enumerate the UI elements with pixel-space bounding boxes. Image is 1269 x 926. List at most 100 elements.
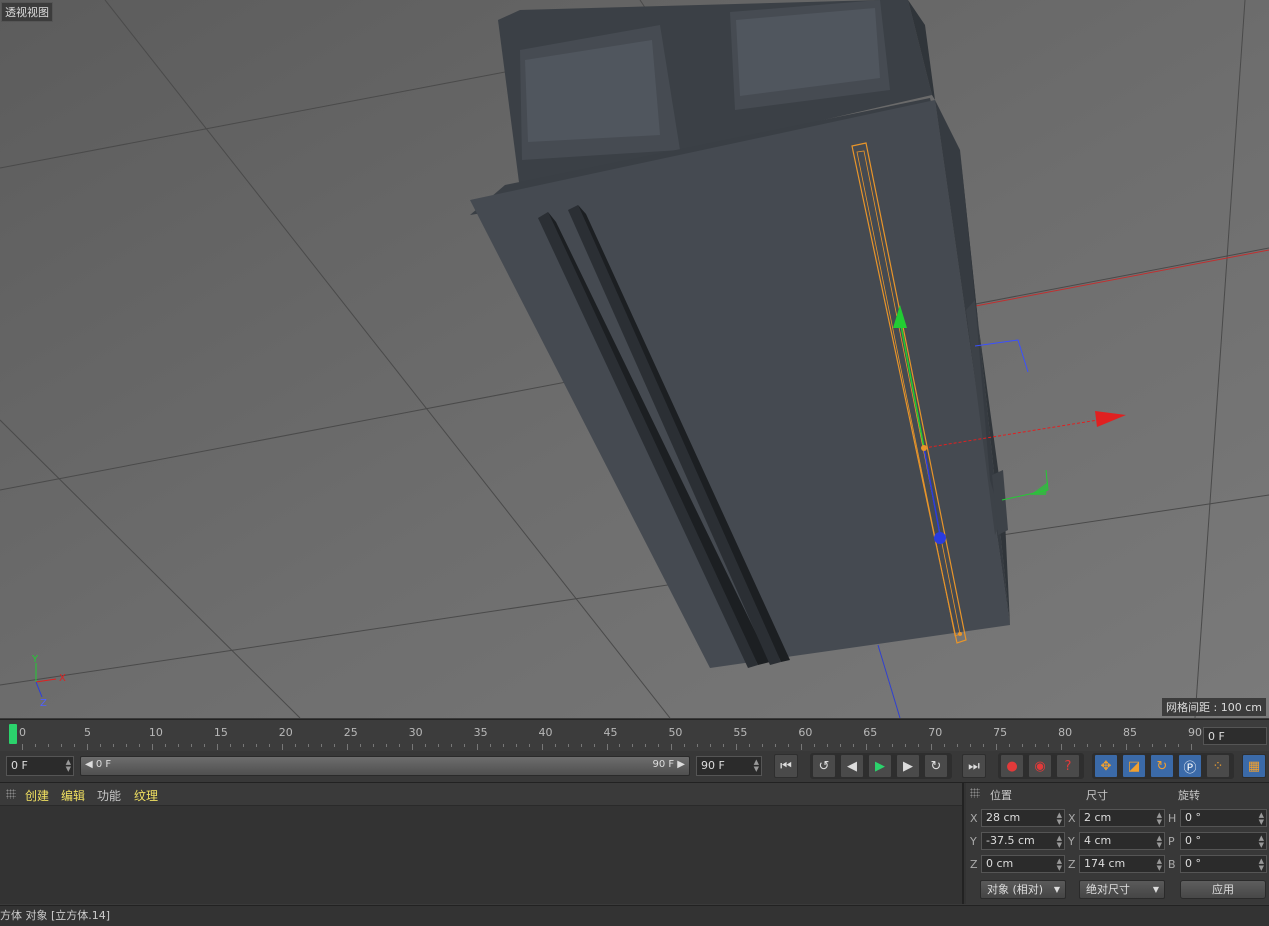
menu-texture[interactable]: 纹理 bbox=[134, 787, 158, 804]
parameter-key-button[interactable]: Ⓟ bbox=[1178, 754, 1202, 778]
ruler-minor-tick bbox=[541, 744, 543, 750]
ruler-minor-tick bbox=[333, 744, 335, 747]
chevron-down-icon: ▼ bbox=[1152, 885, 1159, 894]
move-icon: ✥ bbox=[1100, 758, 1112, 774]
ruler-minor-tick bbox=[515, 744, 517, 747]
ruler-minor-tick bbox=[1191, 744, 1192, 750]
rotation-p-field[interactable]: 0 ° ▲ ▼ bbox=[1180, 832, 1267, 850]
film-icon: ▦ bbox=[1247, 758, 1261, 774]
rotation-b-field[interactable]: 0 ° ▲ ▼ bbox=[1180, 855, 1267, 873]
ruler-tick-label: 35 bbox=[473, 726, 488, 739]
question-icon: ? bbox=[1064, 758, 1072, 774]
ruler-tick-label: 65 bbox=[863, 726, 878, 739]
rotation-h-field[interactable]: 0 ° ▲ ▼ bbox=[1180, 809, 1267, 827]
gizmo-origin[interactable] bbox=[921, 445, 927, 451]
autokey-button[interactable]: ◉ bbox=[1028, 754, 1052, 778]
keyframe-selection-button[interactable]: ? bbox=[1056, 754, 1080, 778]
coordinate-mode-dropdown[interactable]: 对象 (相对) ▼ bbox=[980, 880, 1066, 899]
next-key-button[interactable]: ↻ bbox=[924, 754, 948, 778]
ruler-tick-label: 5 bbox=[83, 726, 91, 739]
previous-frame-button[interactable]: ◀ bbox=[840, 754, 864, 778]
frame-ruler[interactable]: 0 5 10 15 20 25 30 35 40 45 50 55 60 65 70 75 80 85 90 bbox=[8, 722, 1202, 750]
ruler-minor-tick bbox=[983, 744, 985, 747]
viewport-canvas[interactable]: Y X Z bbox=[0, 0, 1269, 718]
ruler-minor-tick bbox=[294, 744, 296, 747]
current-frame-field[interactable]: 0 F bbox=[1203, 727, 1267, 745]
playhead[interactable] bbox=[9, 724, 17, 744]
ruler-tick-label: 90 bbox=[1188, 726, 1202, 739]
ruler-minor-tick bbox=[138, 744, 140, 747]
position-y-value: -37.5 cm bbox=[986, 834, 1035, 847]
playback-controls: 0 F ▲ ▼ ◀ 0 F 90 F ▶ 90 F ▲ ▼ ⏮ ↺ ◀ ▶ ▶ ↻ ⏭ … bbox=[0, 751, 1269, 783]
ruler-minor-tick bbox=[788, 744, 790, 747]
position-y-field[interactable]: -37.5 cm ▲ ▼ bbox=[981, 832, 1065, 850]
end-frame-value: 90 F bbox=[701, 759, 725, 772]
grip-icon[interactable] bbox=[970, 788, 980, 798]
position-x-field[interactable]: 28 cm ▲ ▼ bbox=[981, 809, 1065, 827]
ruler-minor-tick bbox=[502, 744, 504, 747]
position-z-field[interactable]: 0 cm ▲ ▼ bbox=[981, 855, 1065, 873]
coordinate-manager: 位置 尺寸 旋转 X 28 cm ▲ ▼ X 2 cm ▲ ▼ H 0 ° ▲ ▼ Y -3… bbox=[966, 783, 1269, 904]
material-manager[interactable]: 创建 编辑 功能 纹理 bbox=[0, 783, 964, 904]
grip-icon[interactable] bbox=[6, 789, 16, 799]
apply-button[interactable]: 应用 bbox=[1180, 880, 1266, 899]
ruler-minor-tick bbox=[749, 744, 751, 747]
go-to-end-button[interactable]: ⏭ bbox=[962, 754, 986, 778]
ruler-minor-tick bbox=[632, 744, 634, 747]
play-icon: ▶ bbox=[875, 758, 885, 774]
skip-start-icon: ⏮ bbox=[780, 758, 792, 774]
rotation-key-button[interactable]: ↻ bbox=[1150, 754, 1174, 778]
ruler-minor-tick bbox=[879, 744, 881, 747]
ruler-minor-tick bbox=[73, 744, 75, 747]
timeline-window-button[interactable]: ▦ bbox=[1242, 754, 1266, 778]
ruler-minor-tick bbox=[242, 744, 244, 747]
ruler-minor-tick bbox=[801, 744, 803, 750]
next-frame-button[interactable]: ▶ bbox=[896, 754, 920, 778]
position-key-button[interactable]: ✥ bbox=[1094, 754, 1118, 778]
record-key-button[interactable]: ● bbox=[1000, 754, 1024, 778]
go-to-start-button[interactable]: ⏮ bbox=[774, 754, 798, 778]
previous-key-button[interactable]: ↺ bbox=[812, 754, 836, 778]
svg-text:X: X bbox=[59, 673, 66, 684]
timeline-ruler[interactable]: 0 5 10 15 20 25 30 35 40 45 50 55 60 65 70 75 80 85 90 bbox=[0, 719, 1269, 752]
ruler-minor-tick bbox=[47, 744, 49, 747]
start-frame-field[interactable]: 0 F ▲ ▼ bbox=[6, 756, 74, 776]
size-z-field[interactable]: 174 cm ▲ ▼ bbox=[1079, 855, 1165, 873]
size-y-field[interactable]: 4 cm ▲ ▼ bbox=[1079, 832, 1165, 850]
ruler-minor-tick bbox=[424, 744, 426, 747]
ruler-minor-tick bbox=[671, 744, 673, 750]
previous-key-icon: ↺ bbox=[818, 758, 830, 774]
ruler-minor-tick bbox=[905, 744, 907, 747]
pos-z-label: Z bbox=[970, 858, 978, 871]
svg-text:Y: Y bbox=[31, 654, 39, 665]
end-frame-field[interactable]: 90 F ▲ ▼ bbox=[696, 756, 762, 776]
menu-create[interactable]: 创建 bbox=[25, 787, 49, 804]
ruler-minor-tick bbox=[1126, 744, 1128, 750]
ruler-minor-tick bbox=[996, 744, 998, 750]
scale-key-button[interactable]: ◪ bbox=[1122, 754, 1146, 778]
point-level-button[interactable]: ⁘ bbox=[1206, 754, 1230, 778]
preview-range-slider[interactable]: ◀ 0 F 90 F ▶ bbox=[80, 756, 690, 776]
rotation-b-value: 0 ° bbox=[1185, 857, 1201, 870]
ruler-minor-tick bbox=[411, 744, 413, 750]
ruler-minor-tick bbox=[1035, 744, 1037, 747]
ruler-tick-label: 60 bbox=[798, 726, 813, 739]
ruler-minor-tick bbox=[684, 744, 686, 747]
ruler-minor-tick bbox=[164, 744, 166, 747]
ruler-minor-tick bbox=[1113, 744, 1115, 747]
menu-function[interactable]: 功能 bbox=[97, 787, 121, 804]
ruler-minor-tick bbox=[645, 744, 647, 747]
size-mode-dropdown[interactable]: 绝对尺寸 ▼ bbox=[1079, 880, 1165, 899]
ruler-minor-tick bbox=[125, 744, 127, 747]
gizmo-z-handle[interactable] bbox=[934, 532, 946, 544]
ruler-minor-tick bbox=[619, 744, 621, 747]
menu-edit[interactable]: 编辑 bbox=[61, 787, 85, 804]
size-x-field[interactable]: 2 cm ▲ ▼ bbox=[1079, 809, 1165, 827]
ruler-tick-label: 50 bbox=[668, 726, 683, 739]
ruler-minor-tick bbox=[1100, 744, 1102, 747]
ruler-minor-tick bbox=[216, 744, 218, 750]
play-button[interactable]: ▶ bbox=[868, 754, 892, 778]
viewport-title[interactable]: 透视视图 bbox=[1, 2, 53, 22]
ruler-minor-tick bbox=[268, 744, 270, 747]
perspective-viewport[interactable]: Y X Z 透视视图 网格间距 : 100 cm bbox=[0, 0, 1269, 718]
